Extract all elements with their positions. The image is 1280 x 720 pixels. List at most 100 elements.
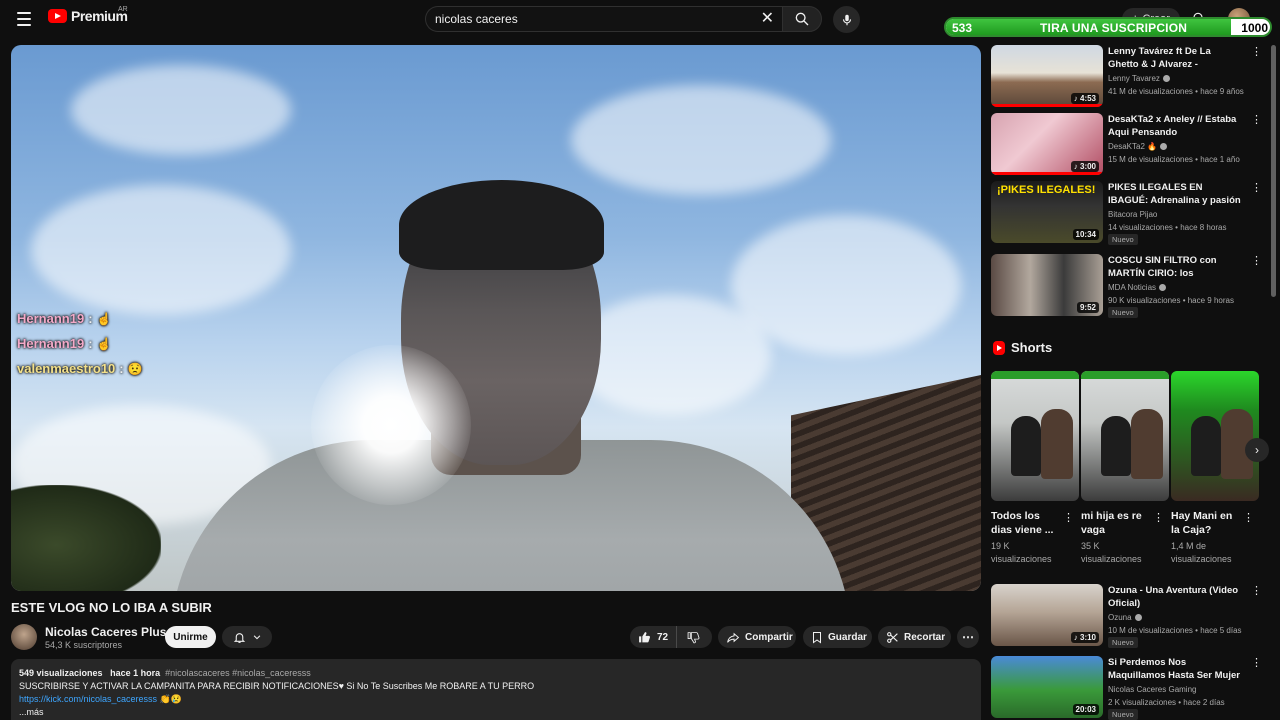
shorts-title: Shorts	[1011, 340, 1053, 355]
like-button[interactable]: 72	[630, 626, 678, 648]
verified-icon	[1160, 143, 1168, 151]
menu-button[interactable]	[12, 8, 36, 30]
recommended-title: Ozuna - Una Aventura (Video Oficial)	[1108, 585, 1239, 609]
channel-name: Ozuna	[1108, 613, 1132, 622]
save-button[interactable]: Guardar	[803, 626, 872, 648]
chat-message: Hernann19 : ☝	[17, 311, 112, 326]
chat-message: Hernann19 : ☝	[17, 336, 112, 351]
short-thumbnail	[1081, 371, 1169, 501]
hashtags[interactable]: #nicolascaceres #nicolas_caceresss	[165, 668, 311, 678]
description-meta: 549 visualizaciones hace 1 hora #nicolas…	[19, 667, 973, 680]
more-vertical-icon[interactable]: ⋮	[1251, 115, 1262, 126]
search-input[interactable]	[435, 12, 735, 26]
recommended-video[interactable]: 20:03 Si Perdemos Nos Maquillamos Hasta …	[991, 656, 1262, 720]
recommended-channel: Nicolas Caceres Gaming	[1108, 685, 1197, 694]
subscriber-goal-target: 1000	[1241, 21, 1268, 35]
more-vertical-icon[interactable]: ⋮	[1251, 183, 1262, 194]
more-vertical-icon[interactable]: ⋮	[1251, 586, 1262, 597]
clear-search-icon[interactable]: ✕	[761, 11, 774, 27]
recommended-title: DesaKTa2 x Aneley // Estaba Aqui Pensand…	[1108, 114, 1237, 138]
share-button[interactable]: Compartir	[718, 626, 796, 648]
recommended-meta: 90 K visualizaciones • hace 9 horas	[1108, 296, 1234, 305]
short-video[interactable]: mi hija es re vaga 35 K visualizaciones …	[1081, 371, 1169, 566]
search-button[interactable]	[782, 6, 822, 32]
recommended-title: PIKES ILEGALES EN IBAGUÉ: Adrenalina y p…	[1108, 182, 1241, 206]
recommended-video[interactable]: 9:52 COSCU SIN FILTRO con MARTÍN CIRIO: …	[991, 254, 1262, 318]
page-scrollbar[interactable]	[1271, 45, 1276, 297]
subscriber-count: 54,3 K suscriptores	[45, 640, 123, 650]
more-vertical-icon[interactable]: ⋮	[1063, 513, 1074, 524]
youtube-premium-logo[interactable]: Premium AR	[48, 6, 128, 24]
age: hace 8 horas	[1180, 223, 1227, 232]
top-bar: Premium AR ✕ + Crear 533 TIRA UNA SUSCRI…	[0, 0, 1280, 40]
duration-badge: ♪ 4:53	[1070, 93, 1099, 104]
tree-shape	[11, 485, 161, 591]
chat-separator: :	[119, 361, 124, 376]
short-views: 19 K visualizaciones	[991, 541, 1052, 564]
description-link[interactable]: https://kick.com/nicolas_caceresss	[19, 694, 157, 704]
short-thumbnail	[991, 371, 1079, 501]
more-vertical-icon[interactable]: ⋮	[1251, 47, 1262, 58]
short-video[interactable]: Todos los dias viene ... 19 K visualizac…	[991, 371, 1079, 566]
recommended-video[interactable]: ¡PIKES ILEGALES! 10:34 PIKES ILEGALES EN…	[991, 181, 1262, 245]
subscriber-goal-overlay: 533 TIRA UNA SUSCRIPCION 1000	[944, 17, 1272, 37]
clip-button[interactable]: Recortar	[878, 626, 951, 648]
shorts-icon	[993, 340, 1005, 355]
age: hace 9 años	[1200, 87, 1244, 96]
views: 10 M de visualizaciones	[1108, 626, 1193, 635]
cloud-shape	[71, 65, 291, 155]
microphone-icon	[842, 14, 851, 25]
channel-name: DesaKTa2 🔥	[1108, 142, 1158, 151]
short-title: Todos los dias viene ...	[991, 510, 1054, 536]
video-player[interactable]: Hernann19 : ☝ Hernann19 : ☝ valenmaestro…	[11, 45, 981, 591]
join-button[interactable]: Unirme	[165, 626, 216, 648]
channel-avatar[interactable]	[11, 624, 37, 650]
recommended-channel: DesaKTa2 🔥	[1108, 142, 1168, 151]
chat-emoji: ☝	[96, 311, 112, 326]
watch-progress-bar	[991, 104, 1103, 107]
more-vertical-icon[interactable]: ⋮	[1153, 513, 1164, 524]
recommended-video[interactable]: ♪ 4:53 Lenny Tavárez ft De La Ghetto & J…	[991, 45, 1262, 107]
subscription-bell-button[interactable]	[222, 626, 272, 648]
chevron-right-icon[interactable]: ›	[1245, 438, 1269, 462]
views: 15 M de visualizaciones	[1108, 155, 1193, 164]
channel-name[interactable]: Nicolas Caceres Plus	[45, 625, 166, 639]
shorts-heading: Shorts	[993, 340, 1052, 355]
views: 90 K visualizaciones	[1108, 296, 1181, 305]
video-thumbnail: ¡PIKES ILEGALES! 10:34	[991, 181, 1103, 243]
description-box[interactable]: 549 visualizaciones hace 1 hora #nicolas…	[11, 659, 981, 720]
description-text: SUSCRIBIRSE Y ACTIVAR LA CAMPANITA PARA …	[19, 681, 535, 691]
recommended-meta: 41 M de visualizaciones • hace 9 años	[1108, 87, 1244, 96]
cloud-shape	[571, 295, 771, 415]
subscriber-goal-current: 533	[952, 21, 973, 35]
short-video[interactable]: Hay Mani en la Caja? 1,4 M de visualizac…	[1171, 371, 1259, 566]
show-more-link[interactable]: ...más	[19, 706, 973, 719]
scissors-icon	[887, 631, 898, 643]
chevron-down-icon	[253, 635, 260, 640]
recommended-channel: Bitacora Pijao	[1108, 210, 1158, 219]
duration-badge: ♪ 3:10	[1070, 632, 1099, 643]
upload-time: hace 1 hora	[110, 668, 161, 678]
views: 2 K visualizaciones	[1108, 698, 1177, 707]
recommended-meta: 14 visualizaciones • hace 8 horas	[1108, 223, 1227, 232]
recommended-channel: Ozuna	[1108, 613, 1142, 622]
more-actions-button[interactable]: ⋯	[957, 626, 979, 648]
recommended-video[interactable]: ♪ 3:00 DesaKTa2 x Aneley // Estaba Aqui …	[991, 113, 1262, 175]
recommended-meta: 2 K visualizaciones • hace 2 días	[1108, 698, 1225, 707]
dislike-button[interactable]	[677, 631, 710, 644]
voice-search-button[interactable]	[833, 6, 860, 33]
more-vertical-icon[interactable]: ⋮	[1251, 256, 1262, 267]
video-thumbnail: ♪ 3:10	[991, 584, 1103, 646]
short-views: 1,4 M de visualizaciones	[1171, 541, 1232, 564]
recommended-channel: Lenny Tavarez	[1108, 74, 1170, 83]
recommended-meta: 15 M de visualizaciones • hace 1 año	[1108, 155, 1240, 164]
chat-username: Hernann19	[17, 311, 85, 326]
more-vertical-icon[interactable]: ⋮	[1243, 513, 1254, 524]
recommended-channel: MDA Noticias	[1108, 283, 1167, 292]
short-title: Hay Mani en la Caja?	[1171, 510, 1233, 536]
more-vertical-icon[interactable]: ⋮	[1251, 658, 1262, 669]
subscriber-goal-label: TIRA UNA SUSCRIPCION	[1040, 21, 1188, 35]
recommended-video[interactable]: ♪ 3:10 Ozuna - Una Aventura (Video Ofici…	[991, 584, 1262, 648]
description-link-emoji: 👏😢	[159, 694, 182, 704]
share-label: Compartir	[745, 631, 793, 643]
